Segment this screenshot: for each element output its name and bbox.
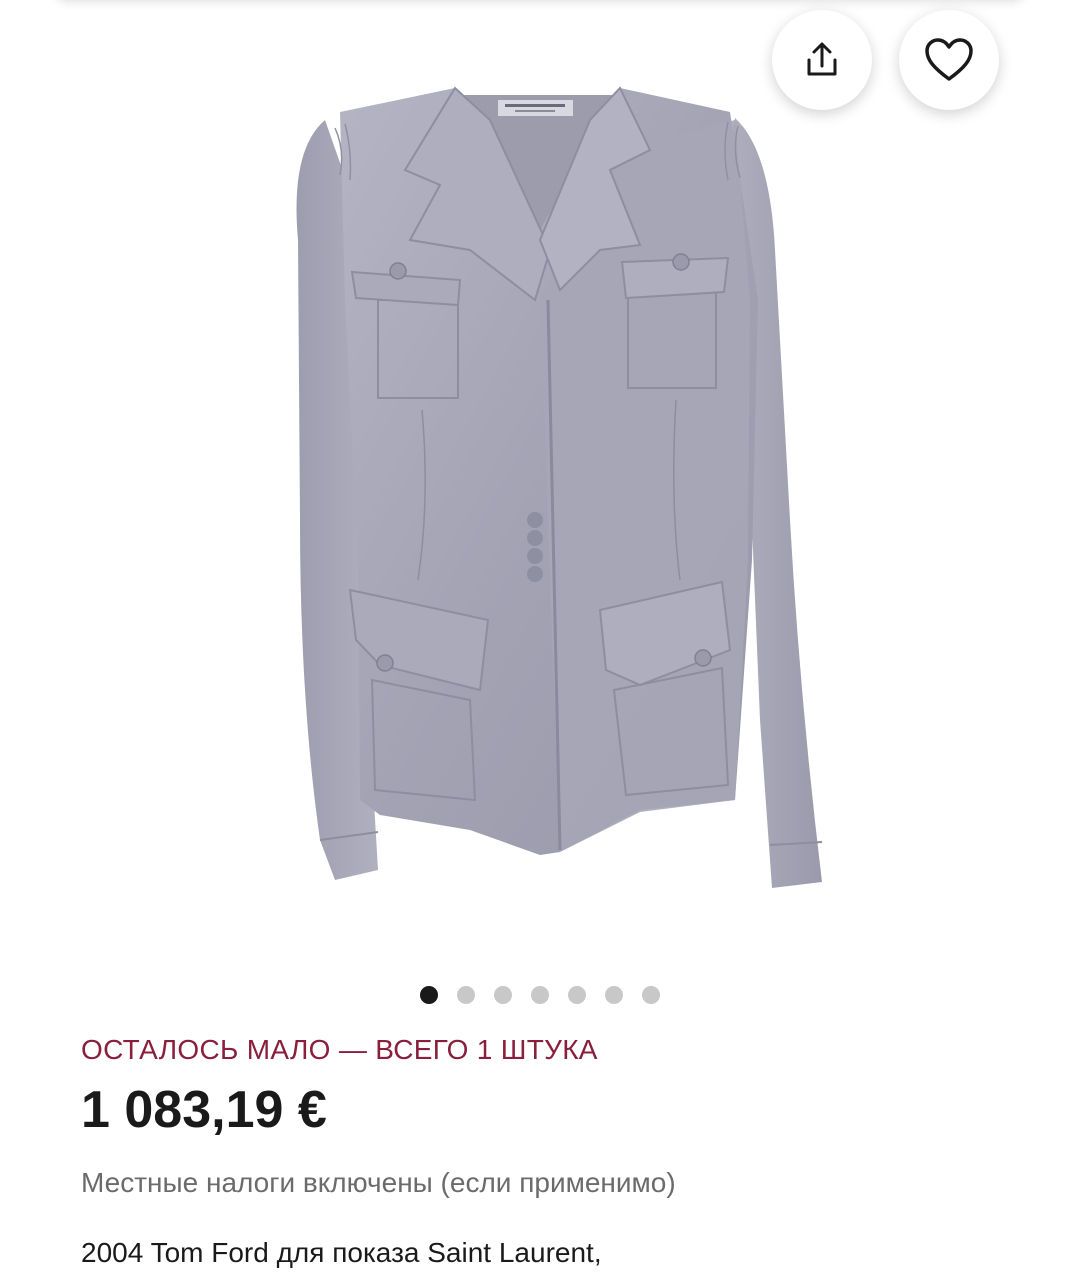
pagination-dot-1[interactable]	[420, 986, 438, 1004]
product-image[interactable]	[0, 0, 1080, 950]
product-image-gallery[interactable]	[0, 0, 1080, 950]
pagination-dot-6[interactable]	[605, 986, 623, 1004]
gallery-pagination	[0, 985, 1080, 1005]
pagination-dot-4[interactable]	[531, 986, 549, 1004]
heart-icon	[925, 38, 973, 81]
share-icon	[807, 42, 837, 76]
product-description: 2004 Tom Ford для показа Saint Laurent,	[81, 1237, 602, 1268]
pagination-dot-5[interactable]	[568, 986, 586, 1004]
low-stock-notice: ОСТАЛОСЬ МАЛО — ВСЕГО 1 ШТУКА	[81, 1034, 598, 1065]
tax-note: Местные налоги включены (если применимо)	[81, 1167, 676, 1198]
pagination-dot-2[interactable]	[457, 986, 475, 1004]
pagination-dot-3[interactable]	[494, 986, 512, 1004]
favorite-button[interactable]	[899, 10, 999, 110]
product-price: 1 083,19 €	[81, 1081, 327, 1139]
pagination-dot-7[interactable]	[642, 986, 660, 1004]
share-button[interactable]	[772, 10, 872, 110]
product-page: ОСТАЛОСЬ МАЛО — ВСЕГО 1 ШТУКА 1 083,19 €…	[0, 0, 1080, 1280]
